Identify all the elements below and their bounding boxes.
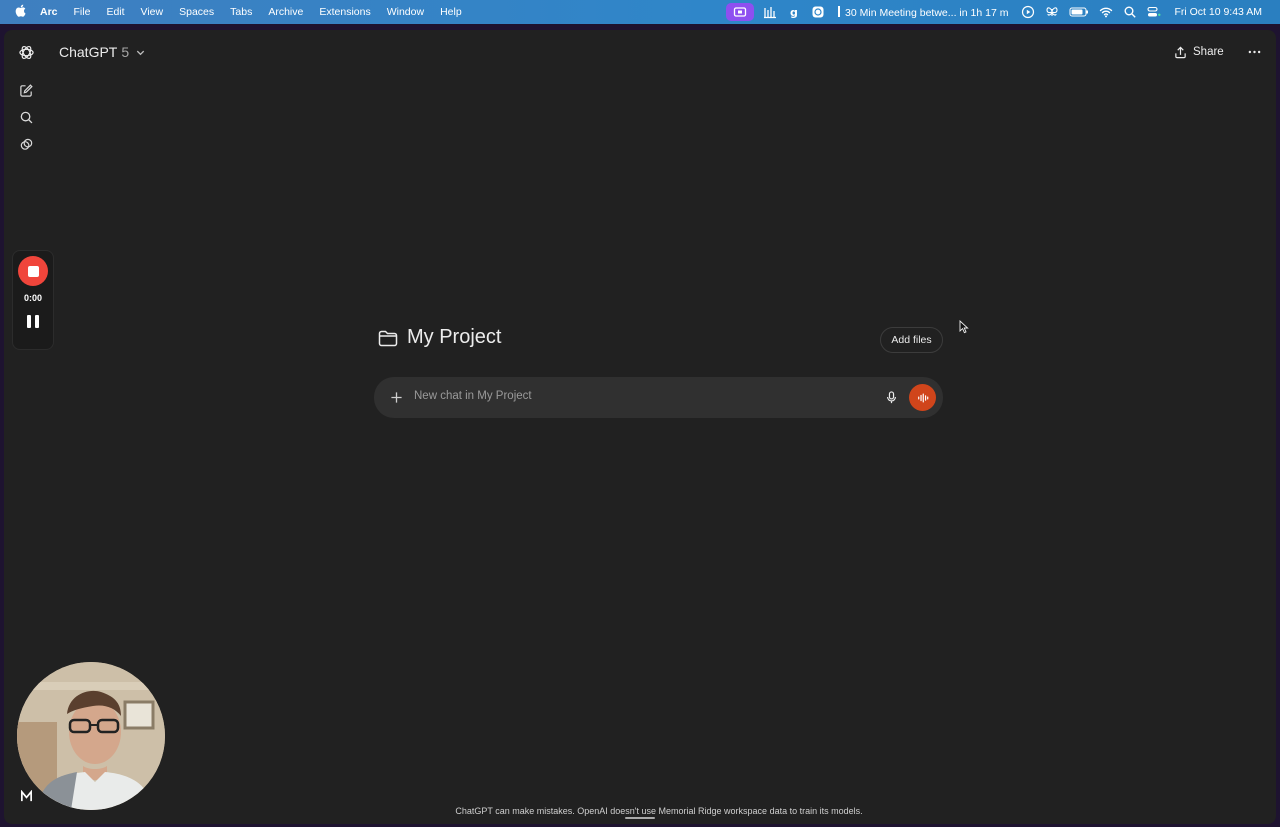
menu-file[interactable]: File [66, 6, 99, 18]
folder-icon [378, 330, 398, 346]
chevron-down-icon [136, 50, 145, 55]
menu-window[interactable]: Window [379, 6, 432, 18]
play-icon[interactable] [1016, 0, 1040, 24]
butterfly-icon[interactable] [1040, 0, 1064, 24]
menu-tabs[interactable]: Tabs [222, 6, 260, 18]
openai-logo-icon[interactable] [16, 42, 36, 62]
menu-help[interactable]: Help [432, 6, 470, 18]
ellipsis-icon [1248, 50, 1260, 54]
home-indicator [625, 817, 655, 819]
menu-extensions[interactable]: Extensions [311, 6, 378, 18]
recording-controls: 0:00 [12, 250, 54, 350]
model-selector[interactable]: ChatGPT 5 [59, 42, 146, 62]
menu-archive[interactable]: Archive [260, 6, 311, 18]
menu-view[interactable]: View [133, 6, 172, 18]
composer-placeholder[interactable]: New chat in My Project [414, 390, 532, 402]
audio-bars-icon[interactable] [758, 0, 782, 24]
voice-waveform-icon [917, 393, 928, 402]
webcam-image [17, 662, 165, 810]
menubar-clock[interactable]: Fri Oct 10 9:43 AM [1166, 6, 1270, 18]
wifi-icon[interactable] [1094, 0, 1118, 24]
disclaimer-text: ChatGPT can make mistakes. OpenAI doesn'… [455, 806, 863, 816]
chatgpt-window: ChatGPT 5 Share My Project Add files New… [4, 30, 1276, 824]
add-files-button[interactable]: Add files [880, 327, 943, 353]
apple-menu-icon[interactable] [0, 4, 40, 20]
webcam-preview[interactable] [17, 662, 165, 810]
menu-spaces[interactable]: Spaces [171, 6, 222, 18]
share-button[interactable]: Share [1174, 42, 1224, 62]
plus-icon[interactable] [386, 387, 406, 407]
menubar-status-area: g 30 Min Meeting betwe... in 1h 17 m Fri… [726, 0, 1270, 24]
meeting-bar-icon [838, 5, 841, 17]
pause-recording-button[interactable] [27, 315, 39, 328]
share-label: Share [1193, 46, 1224, 58]
stop-icon [27, 265, 39, 277]
svg-text:g: g [790, 6, 798, 19]
library-icon[interactable] [16, 134, 36, 154]
model-version: 5 [121, 44, 130, 60]
menu-app-name[interactable]: Arc [40, 6, 66, 18]
grammarly-icon[interactable]: g [782, 0, 806, 24]
battery-icon[interactable] [1064, 0, 1094, 24]
macos-menu-bar: Arc File Edit View Spaces Tabs Archive E… [0, 0, 1280, 24]
more-options-button[interactable] [1244, 42, 1264, 62]
project-title: My Project [407, 326, 502, 348]
voice-mode-button[interactable] [909, 384, 936, 411]
model-name: ChatGPT [59, 44, 118, 60]
stop-recording-button[interactable] [18, 256, 48, 286]
new-chat-icon[interactable] [16, 80, 36, 100]
microphone-icon[interactable] [882, 388, 900, 406]
share-icon [1175, 46, 1186, 58]
search-chats-icon[interactable] [16, 107, 36, 127]
menu-edit[interactable]: Edit [98, 6, 132, 18]
chat-composer[interactable]: New chat in My Project [374, 377, 943, 418]
control-center-icon[interactable] [1142, 0, 1166, 24]
recording-timer: 0:00 [23, 293, 42, 303]
recorder-logo-icon [19, 789, 33, 803]
project-header: My Project [377, 326, 501, 349]
meeting-label: 30 Min Meeting betwe... in 1h 17 m [845, 6, 1009, 19]
calendar-next-meeting[interactable]: 30 Min Meeting betwe... in 1h 17 m [830, 5, 1016, 19]
chatgpt-status-icon[interactable] [806, 0, 830, 24]
mouse-cursor-icon [959, 320, 969, 334]
spotlight-icon[interactable] [1118, 0, 1142, 24]
screen-record-icon[interactable] [726, 3, 755, 21]
